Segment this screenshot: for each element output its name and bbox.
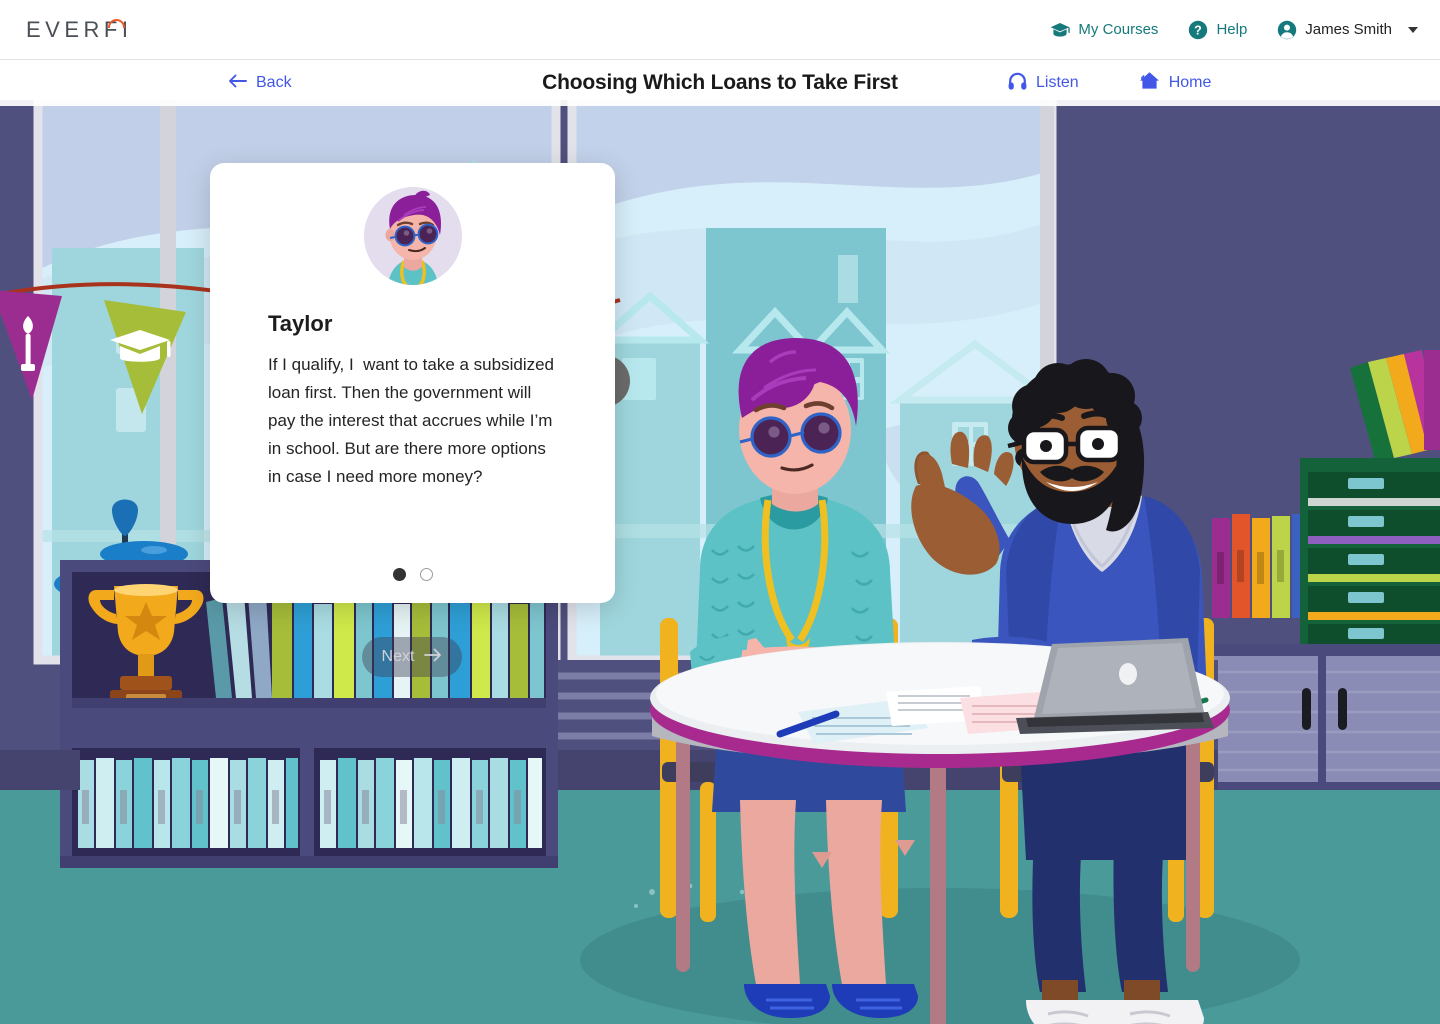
nav-help-label: Help	[1216, 21, 1248, 38]
graduation-cap-icon	[1050, 22, 1071, 38]
next-button-label: Next	[381, 648, 415, 665]
chevron-down-icon[interactable]	[1408, 26, 1418, 33]
top-header-bar: EVERFI My Courses ? Help James Smith	[0, 0, 1440, 60]
taylor-avatar	[363, 187, 462, 285]
nav-user-menu[interactable]: James Smith	[1277, 20, 1418, 40]
listen-button[interactable]: Listen	[1008, 72, 1079, 95]
pagination-dot-1[interactable]	[392, 568, 406, 581]
home-button[interactable]: Home	[1139, 71, 1212, 95]
page-title: Choosing Which Loans to Take First	[542, 71, 898, 94]
nav-my-courses[interactable]: My Courses	[1050, 21, 1158, 38]
top-navigation: My Courses ? Help James Smith	[1020, 20, 1418, 40]
everfi-logo[interactable]: EVERFI	[26, 17, 132, 43]
course-subheader-bar: Back Choosing Which Loans to Take First …	[0, 60, 1440, 106]
svg-text:?: ?	[1195, 23, 1203, 37]
dialog-card: Taylor If I qualify, I want to take a su…	[210, 163, 615, 603]
user-circle-icon	[1277, 20, 1297, 40]
listen-button-label: Listen	[1036, 74, 1079, 91]
nav-user-name: James Smith	[1305, 21, 1392, 38]
subheader-actions: Listen Home	[1008, 71, 1211, 95]
home-icon	[1139, 71, 1160, 95]
arrow-right-icon	[424, 648, 442, 667]
speaker-name: Taylor	[268, 311, 333, 336]
nav-my-courses-label: My Courses	[1078, 21, 1159, 38]
dialog-text: If I qualify, I want to take a subsidize…	[268, 355, 559, 486]
pagination-dot-2[interactable]	[419, 568, 433, 581]
home-button-label: Home	[1168, 74, 1212, 91]
next-button[interactable]: Next	[362, 637, 462, 677]
nav-help[interactable]: ? Help	[1188, 20, 1247, 40]
pagination-dots	[392, 568, 433, 581]
headphones-icon	[1008, 72, 1027, 95]
help-circle-icon: ?	[1188, 20, 1208, 40]
